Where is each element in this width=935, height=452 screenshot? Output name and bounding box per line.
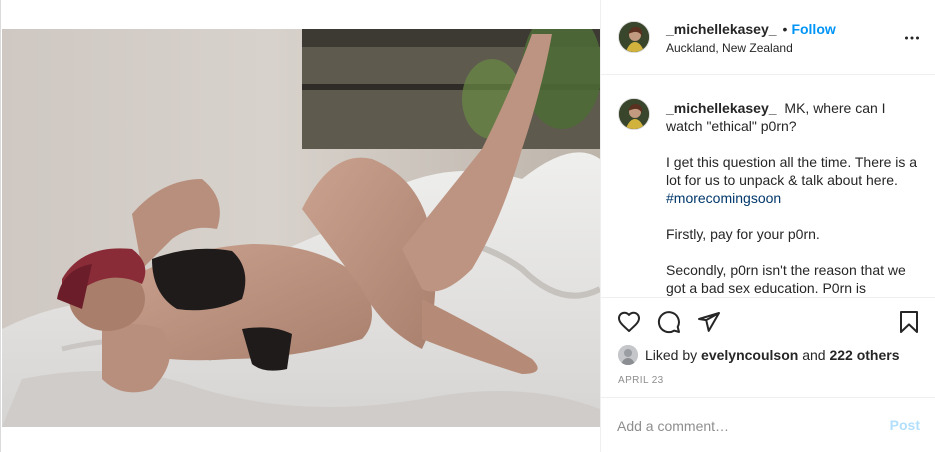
author-avatar[interactable] bbox=[618, 21, 650, 53]
heart-icon[interactable] bbox=[617, 310, 641, 334]
comment-icon[interactable] bbox=[657, 310, 681, 334]
follow-button[interactable]: Follow bbox=[791, 21, 835, 37]
likes-conjunction: and bbox=[802, 347, 826, 363]
likes-summary[interactable]: Liked by evelyncoulson and 222 others bbox=[618, 345, 900, 365]
share-glyph bbox=[698, 312, 720, 332]
header-username[interactable]: _michellekasey_ bbox=[666, 21, 777, 37]
liker-avatar-image bbox=[618, 345, 638, 365]
caption-avatar[interactable] bbox=[618, 98, 650, 130]
comment-glyph bbox=[657, 311, 680, 334]
likes-others-link[interactable]: 222 others bbox=[829, 347, 899, 363]
post-location[interactable]: Auckland, New Zealand bbox=[666, 41, 793, 55]
post-caption: _michellekasey_ MK, where can I watch "e… bbox=[666, 99, 921, 297]
post-date[interactable]: APRIL 23 bbox=[618, 375, 664, 386]
caption-text-2: I get this question all the time. There … bbox=[666, 154, 918, 188]
more-horizontal-glyph bbox=[905, 36, 919, 40]
caption-paragraph-1: _michellekasey_ MK, where can I watch "e… bbox=[666, 99, 921, 135]
avatar-image bbox=[619, 22, 649, 52]
bookmark-glyph bbox=[900, 311, 918, 333]
bookmark-icon[interactable] bbox=[897, 310, 921, 334]
caption-paragraph-4: Secondly, p0rn isn't the reason that we … bbox=[666, 262, 906, 296]
caption-username[interactable]: _michellekasey_ bbox=[666, 100, 777, 116]
heart-glyph bbox=[618, 311, 640, 332]
hashtag-link[interactable]: #morecomingsoon bbox=[666, 190, 781, 206]
header-user-line: _michellekasey_ • Follow bbox=[666, 21, 836, 37]
action-bar bbox=[601, 297, 935, 345]
instagram-post: _michellekasey_ • Follow Auckland, New Zea… bbox=[0, 0, 935, 452]
post-photo[interactable] bbox=[2, 29, 600, 427]
likes-prefix: Liked by bbox=[645, 347, 698, 363]
post-photo-illustration bbox=[2, 29, 600, 427]
separator-dot: • bbox=[782, 21, 788, 37]
comment-section: Post bbox=[601, 397, 935, 452]
avatar-image bbox=[619, 99, 649, 129]
comment-input[interactable] bbox=[617, 416, 867, 436]
liker-avatar[interactable] bbox=[618, 345, 638, 365]
share-icon[interactable] bbox=[697, 310, 721, 334]
caption-paragraph-2: I get this question all the time. There … bbox=[666, 153, 921, 207]
liker-username[interactable]: evelyncoulson bbox=[701, 347, 798, 363]
post-sidebar: _michellekasey_ • Follow Auckland, New Zea… bbox=[600, 0, 935, 452]
caption-paragraph-3: Firstly, pay for your p0rn. bbox=[666, 226, 820, 242]
post-header: _michellekasey_ • Follow Auckland, New Zea… bbox=[601, 0, 935, 75]
post-comment-button[interactable]: Post bbox=[890, 417, 920, 433]
caption-area[interactable]: _michellekasey_ MK, where can I watch "e… bbox=[601, 76, 935, 297]
more-horizontal-icon[interactable] bbox=[904, 30, 920, 46]
